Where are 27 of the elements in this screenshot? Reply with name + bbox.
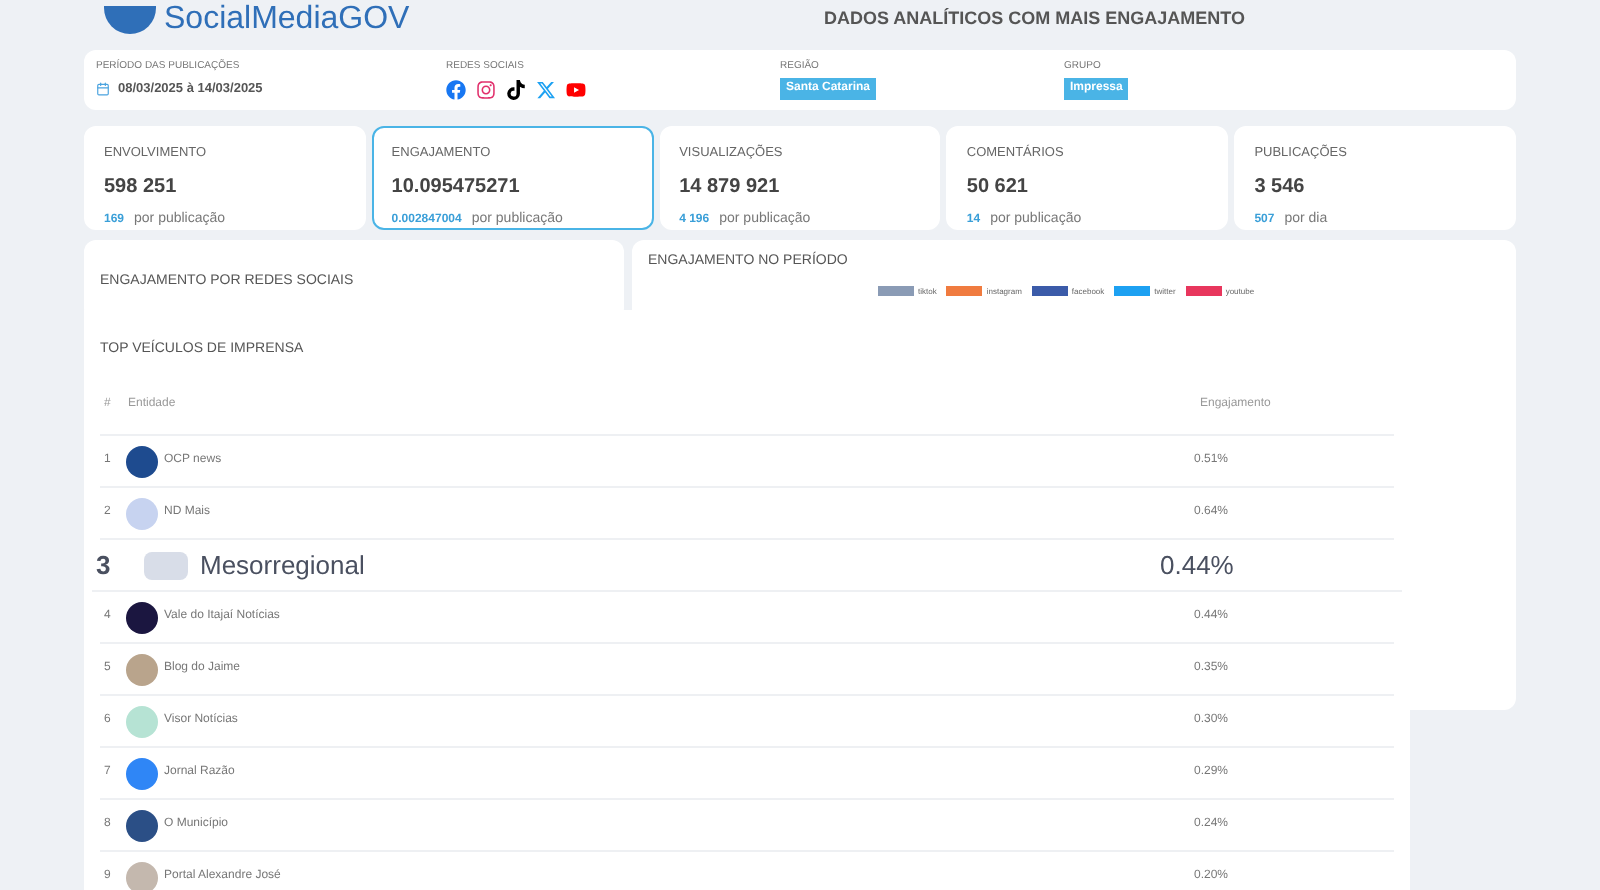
facebook-icon[interactable] <box>446 79 466 100</box>
avatar-icon <box>126 757 158 789</box>
stat-value: 14 879 921 <box>679 173 782 202</box>
avatar-icon <box>126 497 158 529</box>
youtube-icon[interactable] <box>566 79 586 100</box>
avatar-icon <box>144 551 188 579</box>
calendar-icon <box>96 82 110 97</box>
logo-text: SocialMediaGOV <box>164 4 410 36</box>
logo-icon <box>104 6 156 34</box>
entity-cell-text: Mesorregional <box>200 547 367 584</box>
stat-value: 10.095475271 <box>391 173 522 202</box>
avatar-icon <box>126 861 158 890</box>
instagram-icon[interactable] <box>476 79 496 100</box>
stat-value: 3 546 <box>1254 173 1307 202</box>
avatar-icon <box>126 445 158 477</box>
page-title: DADOS ANALÍTICOS COM MAIS ENGAJAMENTO <box>824 6 1246 33</box>
avatar-icon <box>126 705 158 737</box>
engagement-cell-text: 0.44% <box>1160 547 1234 584</box>
avatar-icon <box>126 809 158 841</box>
table-row[interactable]: 3 Mesorregional 0.44% <box>92 540 1402 592</box>
avatar-icon <box>126 601 158 633</box>
avatar-icon <box>126 653 158 685</box>
stat-value: 598 251 <box>104 173 179 202</box>
rank-cell-text: 3 <box>94 547 113 584</box>
stat-value: 50 621 <box>966 173 1030 202</box>
tiktok-icon[interactable] <box>506 79 526 100</box>
x-icon[interactable] <box>536 79 556 100</box>
